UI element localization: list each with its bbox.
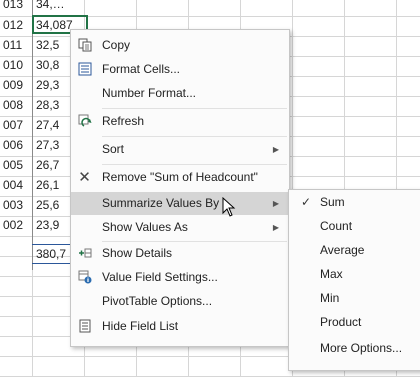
row-label-cell[interactable]: 011 (3, 35, 31, 55)
value-cell[interactable]: 34,… (36, 0, 86, 14)
field-list-icon (77, 319, 92, 334)
menu-item-copy[interactable]: Copy (71, 34, 289, 57)
menu-item-value-field-settings[interactable]: Value Field Settings... (71, 266, 289, 289)
menu-item-refresh[interactable]: Refresh (71, 110, 289, 133)
submenu-item-label: Min (320, 291, 340, 305)
menu-item-label: Summarize Values By (102, 196, 220, 210)
submenu-arrow-icon: ▶ (272, 223, 279, 232)
submenu-item-sum[interactable]: ✓ Sum (289, 191, 420, 214)
submenu-item-product[interactable]: Product (289, 311, 420, 334)
submenu-item-label: Max (320, 267, 343, 281)
menu-item-label: Refresh (102, 114, 145, 128)
menu-item-label: Value Field Settings... (102, 270, 218, 284)
menu-item-hide-field-list[interactable]: Hide Field List (71, 315, 289, 338)
menu-item-label: Remove "Sum of Headcount" (102, 170, 258, 184)
submenu-arrow-icon: ▶ (272, 145, 279, 154)
row-label-cell[interactable]: 008 (3, 95, 31, 115)
menu-item-label: Show Values As (102, 220, 188, 234)
submenu-item-label: More Options... (320, 341, 403, 355)
checkmark-icon: ✓ (301, 195, 312, 209)
format-cells-icon (77, 62, 92, 77)
refresh-icon (77, 114, 92, 129)
row-label-cell[interactable]: 005 (3, 155, 31, 175)
menu-item-pivottable-options[interactable]: PivotTable Options... (71, 290, 289, 313)
submenu-item-label: Average (320, 243, 365, 257)
context-menu: Copy Format Cells... Number Format... Re… (70, 29, 290, 347)
submenu-item-label: Count (320, 219, 353, 233)
menu-separator (102, 136, 287, 137)
menu-item-label: Copy (102, 38, 131, 52)
row-label-cell[interactable]: 012 (3, 15, 31, 35)
row-label-cell[interactable]: 003 (3, 195, 31, 215)
row-label-cell[interactable]: 002 (3, 215, 31, 235)
submenu-item-more-options[interactable]: More Options... (289, 337, 420, 360)
menu-item-label: Format Cells... (102, 62, 181, 76)
menu-separator (102, 164, 287, 165)
remove-icon: ✕ (78, 169, 91, 186)
menu-separator (102, 108, 287, 109)
submenu-item-label: Product (320, 315, 362, 329)
menu-item-show-details[interactable]: Show Details (71, 242, 289, 265)
value-field-settings-icon (77, 270, 92, 285)
submenu-item-max[interactable]: Max (289, 263, 420, 286)
summarize-values-submenu: ✓ Sum Count Average Max Min Product More… (288, 189, 420, 371)
menu-item-label: PivotTable Options... (102, 294, 213, 308)
menu-item-format-cells[interactable]: Format Cells... (71, 58, 289, 81)
row-label-cell[interactable]: 009 (3, 75, 31, 95)
mouse-pointer-icon (222, 196, 236, 217)
menu-item-label: Sort (102, 142, 125, 156)
submenu-item-average[interactable]: Average (289, 239, 420, 262)
row-label-cell[interactable]: 004 (3, 175, 31, 195)
row-label-cell[interactable]: 010 (3, 55, 31, 75)
row-label-cell[interactable]: 006 (3, 135, 31, 155)
copy-icon (77, 38, 92, 53)
show-details-icon (77, 246, 92, 261)
menu-item-show-values-as[interactable]: Show Values As ▶ (71, 216, 289, 239)
menu-item-number-format[interactable]: Number Format... (71, 82, 289, 105)
menu-item-label: Number Format... (102, 86, 197, 100)
menu-item-summarize-values-by[interactable]: Summarize Values By ▶ (71, 192, 289, 215)
menu-item-sort[interactable]: Sort ▶ (71, 138, 289, 161)
column-divider (32, 0, 33, 270)
submenu-item-min[interactable]: Min (289, 287, 420, 310)
submenu-arrow-icon: ▶ (272, 199, 279, 208)
menu-item-label: Hide Field List (102, 319, 179, 333)
row-label-cell[interactable]: 007 (3, 115, 31, 135)
row-label-cell[interactable]: 013 (3, 0, 31, 14)
menu-item-label: Show Details (102, 246, 173, 260)
menu-item-remove-field[interactable]: ✕ Remove "Sum of Headcount" (71, 166, 289, 189)
submenu-item-count[interactable]: Count (289, 215, 420, 238)
submenu-item-label: Sum (320, 195, 345, 209)
